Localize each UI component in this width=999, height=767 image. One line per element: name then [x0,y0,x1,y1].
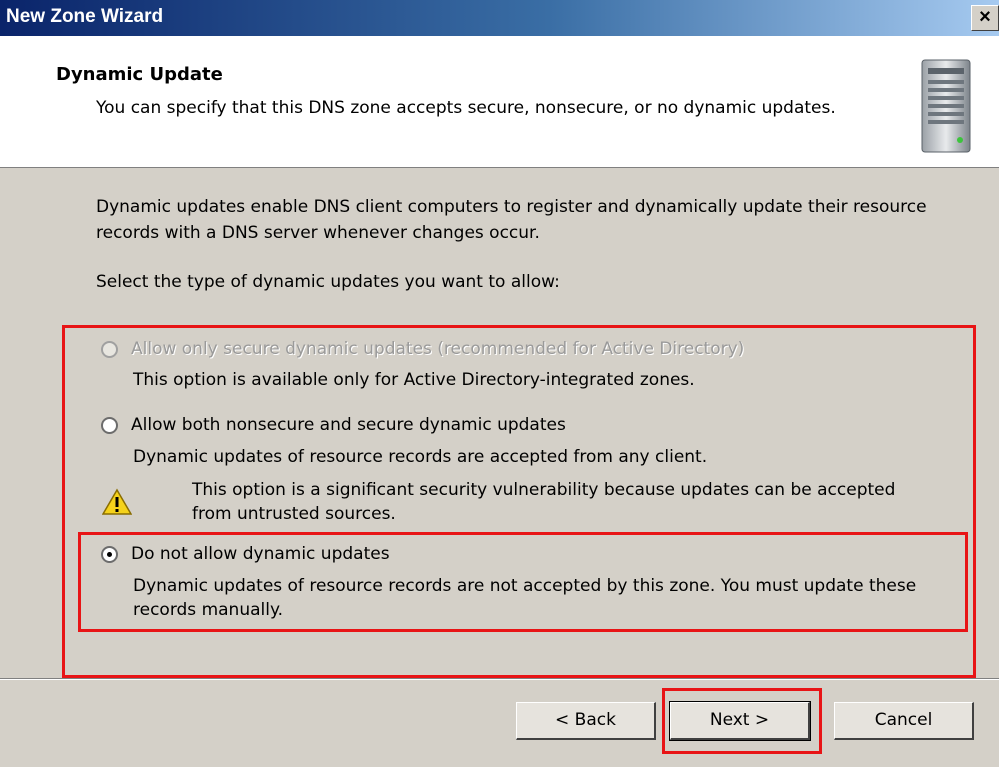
radio-desc-no-dynamic-updates: Dynamic updates of resource records are … [133,576,917,620]
wizard-header: Dynamic Update You can specify that this… [0,36,999,168]
intro-text: Dynamic updates enable DNS client comput… [96,197,927,243]
warning-icon [102,488,132,515]
server-icon [921,59,971,153]
radio-button-secure-only[interactable] [101,341,118,358]
window-title: New Zone Wizard [6,6,164,27]
selection-prompt: Select the type of dynamic updates you w… [96,272,560,292]
security-warning-text: This option is a significant security vu… [192,480,896,524]
title-bar: New Zone Wizard × [0,0,999,36]
radio-label-secure-only: Allow only secure dynamic updates (recom… [131,339,745,359]
button-separator [0,678,999,680]
cancel-button[interactable]: Cancel [834,702,974,740]
radio-label-no-dynamic-updates: Do not allow dynamic updates [131,544,390,564]
radio-desc-secure-only: This option is available only for Active… [133,370,695,390]
close-button[interactable]: × [971,5,999,31]
radio-button-no-dynamic-updates[interactable] [101,546,118,563]
close-icon: × [979,6,991,28]
radio-selected-dot [107,552,112,557]
radio-label-nonsecure-and-secure: Allow both nonsecure and secure dynamic … [131,415,566,435]
next-button[interactable]: Next > [669,701,811,741]
radio-button-nonsecure-and-secure[interactable] [101,417,118,434]
page-description: You can specify that this DNS zone accep… [96,98,836,118]
page-title: Dynamic Update [56,64,223,85]
radio-desc-nonsecure-and-secure: Dynamic updates of resource records are … [133,447,708,467]
back-button[interactable]: < Back [516,702,656,740]
